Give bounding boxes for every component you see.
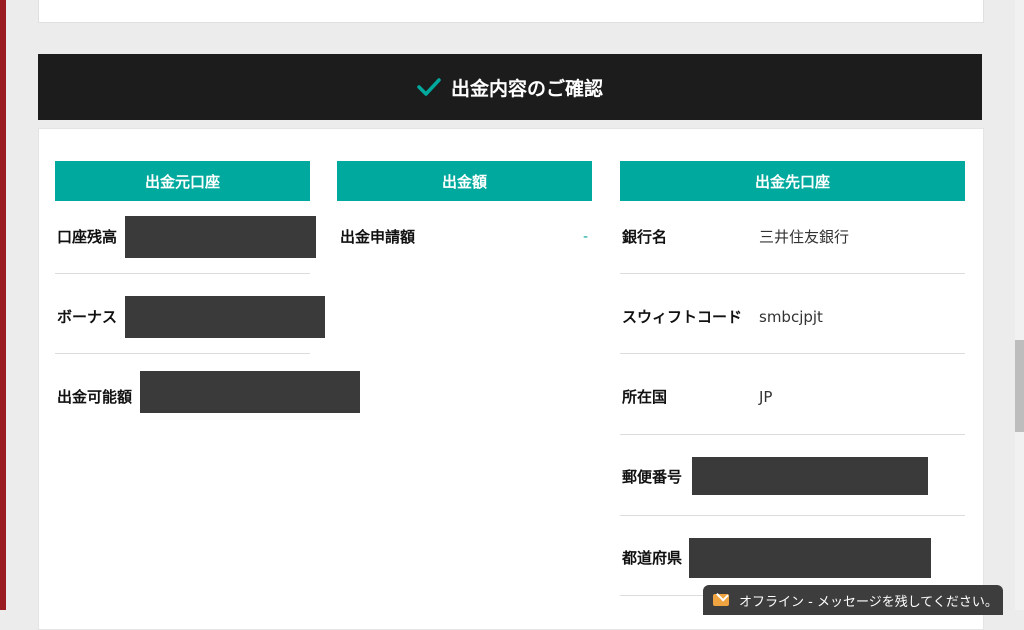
row-divider [620, 353, 965, 354]
requested-amount-label: 出金申請額 [340, 228, 416, 246]
swift-code-value: smbcjpjt [759, 308, 823, 326]
country-value: JP [759, 388, 773, 406]
bank-name-value: 三井住友銀行 [759, 228, 850, 246]
checkmark-icon [417, 78, 441, 96]
banner-title: 出金内容のご確認 [450, 77, 603, 100]
row-divider [620, 515, 965, 516]
mail-icon [713, 594, 729, 606]
requested-amount-value: - [583, 229, 589, 245]
confirmation-banner: 出金内容のご確認 [38, 54, 982, 120]
swift-code-label: スウィフトコード [622, 308, 743, 326]
scrollbar-track[interactable] [1015, 0, 1024, 610]
bank-name-label: 銀行名 [622, 228, 668, 246]
prefecture-redacted-value [689, 538, 931, 578]
row-divider [55, 353, 310, 354]
source-account-header: 出金元口座 [55, 161, 310, 201]
chat-widget-text: オフライン - メッセージを残してください。 [739, 594, 998, 610]
amount-header: 出金額 [337, 161, 592, 201]
withdrawable-amount-label: 出金可能額 [57, 388, 133, 406]
postal-code-label: 郵便番号 [622, 468, 683, 486]
destination-account-header: 出金先口座 [620, 161, 965, 201]
row-divider [620, 434, 965, 435]
prefecture-label: 都道府県 [622, 549, 683, 567]
previous-section-card [38, 0, 984, 23]
offline-chat-widget[interactable]: オフライン - メッセージを残してください。 [703, 585, 1003, 615]
scrollbar-thumb[interactable] [1015, 340, 1024, 432]
withdrawable-amount-redacted-value [140, 371, 360, 413]
row-divider [55, 273, 310, 274]
balance-redacted-value [125, 216, 316, 258]
left-edge-stripe [0, 0, 6, 610]
row-divider [620, 273, 965, 274]
balance-label: 口座残高 [57, 228, 118, 246]
bonus-label: ボーナス [57, 308, 118, 326]
bonus-redacted-value [125, 296, 325, 338]
country-label: 所在国 [622, 388, 668, 406]
postal-code-redacted-value [692, 457, 928, 495]
